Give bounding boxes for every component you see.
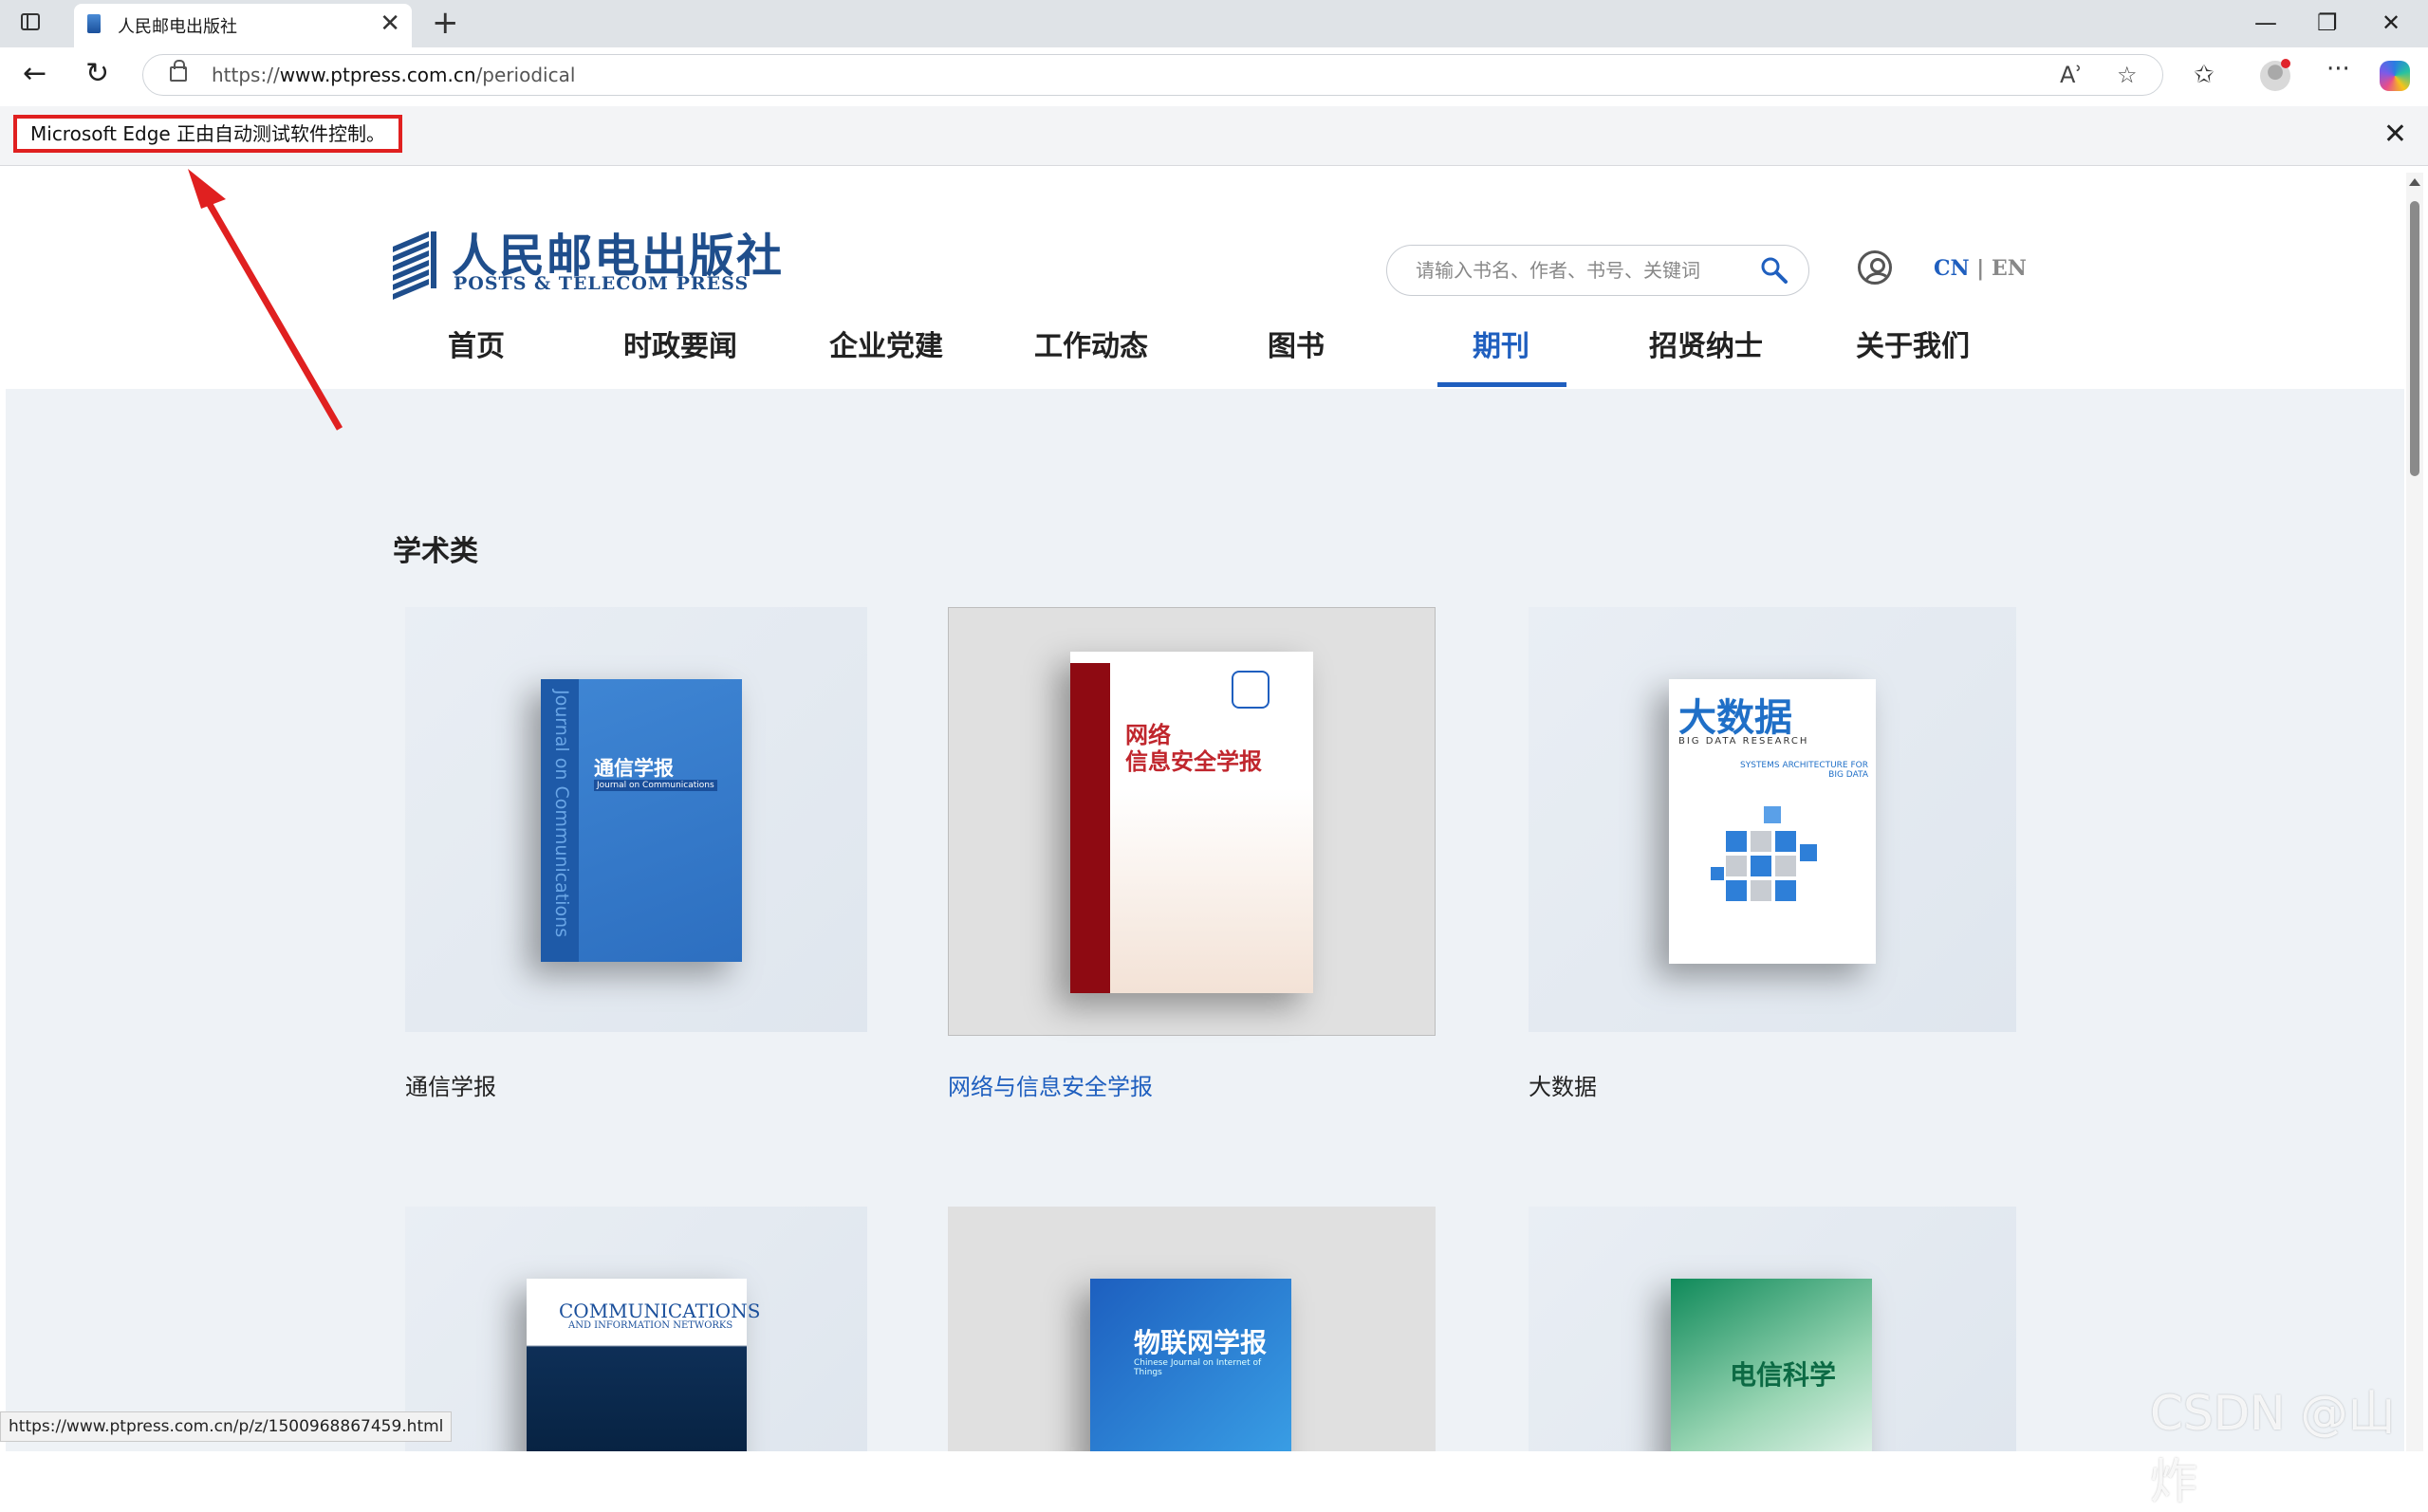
refresh-icon[interactable]: ↻ bbox=[85, 55, 109, 93]
journal-card-image[interactable]: COMMUNICATIONS AND INFORMATION NETWORKS bbox=[405, 1207, 867, 1451]
read-aloud-icon[interactable]: Aʾ bbox=[2060, 63, 2083, 87]
infobar-close-icon[interactable]: ✕ bbox=[2383, 118, 2407, 152]
lang-separator: | bbox=[1976, 256, 1985, 281]
nav-periodicals[interactable]: 期刊 bbox=[1473, 323, 1529, 364]
cover-title-line2: 信息安全学报 bbox=[1125, 747, 1262, 775]
page-scrollbar[interactable] bbox=[2406, 173, 2423, 1451]
site-favicon-icon bbox=[87, 14, 101, 33]
automation-message: Microsoft Edge 正由自动测试软件控制。 bbox=[13, 115, 403, 153]
copilot-icon[interactable] bbox=[2380, 61, 2410, 91]
journal-card-image[interactable]: 电信科学 bbox=[1529, 1207, 2016, 1451]
journal-card-image[interactable]: 网络 信息安全学报 bbox=[948, 607, 1436, 1036]
lang-en-link[interactable]: EN bbox=[1992, 256, 2027, 281]
cube-illustration bbox=[1711, 806, 1817, 901]
scroll-up-arrow-icon[interactable] bbox=[2409, 178, 2420, 186]
scroll-thumb[interactable] bbox=[2410, 201, 2419, 476]
cover-spine: Journal on Communications bbox=[551, 690, 572, 938]
status-link-preview: https://www.ptpress.com.cn/p/z/150096886… bbox=[0, 1411, 453, 1442]
close-window-button[interactable]: ✕ bbox=[2382, 6, 2400, 40]
cover-subtitle: BIG DATA RESEARCH bbox=[1678, 736, 1809, 747]
user-account-icon[interactable] bbox=[1858, 250, 1892, 285]
journal-cover: 电信科学 bbox=[1671, 1279, 1872, 1451]
notification-dot bbox=[2281, 59, 2290, 68]
nav-updates[interactable]: 工作动态 bbox=[1034, 323, 1148, 364]
new-tab-button[interactable]: + bbox=[432, 2, 459, 44]
url-text[interactable]: https://www.ptpress.com.cn/periodical bbox=[212, 64, 575, 86]
journal-title[interactable]: 大数据 bbox=[1529, 1068, 1597, 1101]
nav-news[interactable]: 时政要闻 bbox=[623, 323, 737, 364]
cover-title: 通信学报 bbox=[594, 756, 674, 780]
address-bar[interactable]: https://www.ptpress.com.cn/periodical Aʾ… bbox=[142, 54, 2163, 96]
active-tab[interactable]: 人民邮电出版社 ✕ bbox=[74, 4, 412, 47]
cover-subtitle: Chinese Journal on Internet of Things bbox=[1134, 1358, 1262, 1377]
journal-cover: 通信学报 Journal on Communications Journal o… bbox=[541, 679, 742, 962]
journal-cover: 网络 信息安全学报 bbox=[1070, 652, 1313, 993]
cover-title: COMMUNICATIONS bbox=[559, 1300, 761, 1322]
press-logo-icon[interactable] bbox=[391, 228, 446, 300]
cover-tagline: SYSTEMS ARCHITECTURE FOR BIG DATA bbox=[1740, 761, 1868, 780]
back-arrow-icon[interactable]: ← bbox=[23, 55, 46, 93]
journal-cover: 物联网学报 Chinese Journal on Internet of Thi… bbox=[1090, 1279, 1291, 1451]
lang-cn-link[interactable]: CN bbox=[1934, 256, 1970, 281]
tab-title: 人民邮电出版社 bbox=[118, 17, 237, 37]
cover-title: 电信科学 bbox=[1730, 1359, 1837, 1391]
minimize-button[interactable]: — bbox=[2254, 6, 2277, 40]
journal-cover: 大数据 BIG DATA RESEARCH SYSTEMS ARCHITECTU… bbox=[1669, 679, 1876, 964]
logo-text-en[interactable]: POSTS & TELECOM PRESS bbox=[454, 273, 749, 294]
journal-card-image[interactable]: 通信学报 Journal on Communications Journal o… bbox=[405, 607, 867, 1032]
search-icon[interactable] bbox=[1759, 255, 1788, 284]
nav-party[interactable]: 企业党建 bbox=[829, 323, 943, 364]
cover-subtitle: AND INFORMATION NETWORKS bbox=[568, 1320, 733, 1331]
toolbar: ← ↻ https://www.ptpress.com.cn/periodica… bbox=[0, 47, 2428, 106]
watermark: CSDN @山炸 bbox=[2150, 1386, 2396, 1509]
favorites-icon[interactable]: ✩ bbox=[2194, 61, 2215, 89]
nav-about[interactable]: 关于我们 bbox=[1856, 323, 1970, 364]
journal-title[interactable]: 网络与信息安全学报 bbox=[948, 1068, 1153, 1101]
restore-button[interactable]: ❐ bbox=[2317, 6, 2338, 40]
nav-home[interactable]: 首页 bbox=[448, 323, 505, 364]
journal-card-image[interactable]: 大数据 BIG DATA RESEARCH SYSTEMS ARCHITECTU… bbox=[1529, 607, 2016, 1032]
nav-careers[interactable]: 招贤纳士 bbox=[1649, 323, 1763, 364]
more-menu-icon[interactable]: ··· bbox=[2326, 55, 2350, 83]
nav-books[interactable]: 图书 bbox=[1268, 323, 1325, 364]
favorite-star-icon[interactable]: ☆ bbox=[2117, 63, 2138, 87]
language-switch: CN | EN bbox=[1934, 256, 2027, 281]
tab-actions-icon[interactable] bbox=[21, 13, 40, 30]
journal-title[interactable]: 通信学报 bbox=[405, 1068, 496, 1101]
search-input[interactable] bbox=[1414, 258, 1740, 283]
journal-card-image[interactable]: 物联网学报 Chinese Journal on Internet of Thi… bbox=[948, 1207, 1436, 1451]
section-title: 学术类 bbox=[393, 535, 478, 568]
cover-title: 物联网学报 bbox=[1134, 1327, 1268, 1358]
search-box bbox=[1386, 245, 1809, 296]
automation-infobar: Microsoft Edge 正由自动测试软件控制。 ✕ bbox=[0, 106, 2428, 166]
journal-cover: COMMUNICATIONS AND INFORMATION NETWORKS bbox=[527, 1279, 760, 1451]
active-nav-indicator bbox=[1437, 382, 1566, 387]
visual-search-icon[interactable] bbox=[1232, 671, 1270, 709]
tab-strip: 人民邮电出版社 ✕ + — ❐ ✕ bbox=[0, 0, 2428, 47]
tab-close-icon[interactable]: ✕ bbox=[380, 9, 400, 38]
site-header: 人民邮电出版社 POSTS & TELECOM PRESS CN | EN 首页… bbox=[6, 173, 2404, 389]
page-viewport: 人民邮电出版社 POSTS & TELECOM PRESS CN | EN 首页… bbox=[6, 173, 2404, 1451]
cover-title: 大数据 bbox=[1678, 695, 1792, 740]
lock-icon[interactable] bbox=[170, 60, 187, 82]
cover-subtitle: Journal on Communications bbox=[594, 780, 717, 791]
